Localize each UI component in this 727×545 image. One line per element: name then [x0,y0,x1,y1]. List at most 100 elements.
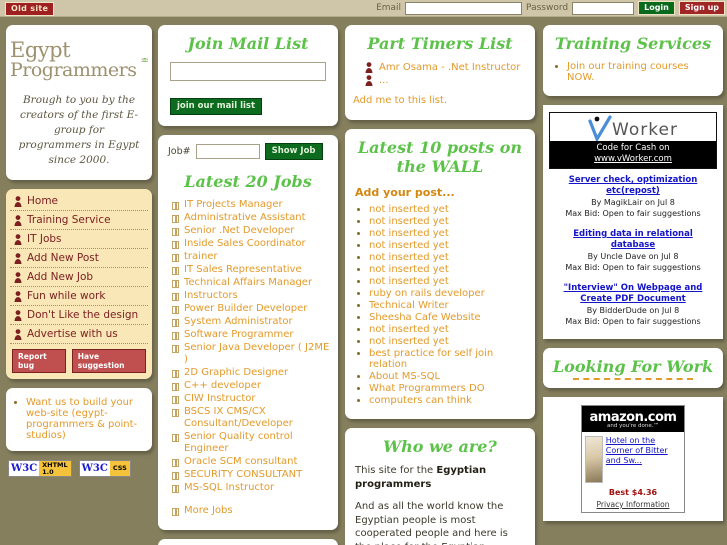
post-link[interactable]: ruby on rails developer [369,288,485,299]
job-link[interactable]: Senior .Net Developer [184,225,294,237]
post-link[interactable]: not inserted yet [369,276,449,287]
report-bug-button[interactable]: Report bug [12,349,66,373]
list-item[interactable]: Technical Writer [369,300,527,311]
list-item[interactable]: Join our training courses NOW. [567,61,715,83]
post-link[interactable]: Technical Writer [369,300,449,311]
list-item[interactable]: BSCS IX CMS/CX Consultant/Developer [166,406,330,431]
post-link[interactable]: not inserted yet [369,264,449,275]
vworker-bid-item[interactable]: Editing data in relational database By U… [549,223,717,277]
post-link[interactable]: not inserted yet [369,240,449,251]
list-item[interactable]: best practice for self join relation [369,348,527,370]
product-title-link[interactable]: Hotel on the Corner of Bitter and Sw... [606,436,681,483]
bid-title-link[interactable]: "Interview" On Webpage and Create PDF Do… [552,283,714,305]
list-item[interactable]: not inserted yet [369,336,527,347]
sidebar-item-add-new-job[interactable]: Add New Job [10,268,148,287]
job-link[interactable]: CIW Instructor [184,393,256,405]
job-link[interactable]: Administrative Assistant [184,212,306,224]
job-link[interactable]: MS-SQL Instructor [184,482,274,494]
post-link[interactable]: computers can think [369,395,472,406]
list-item[interactable]: IT Sales Representative [166,264,330,277]
job-link[interactable]: BSCS IX CMS/CX Consultant/Developer [184,406,330,430]
list-item[interactable]: Amr Osama - .Net Instructor [365,61,527,74]
amazon-product[interactable]: Hotel on the Corner of Bitter and Sw... [582,432,684,487]
email-input[interactable] [405,1,523,15]
sidebar-item-advertise-with-us[interactable]: Advertise with us [10,325,148,344]
list-item[interactable]: Inside Sales Coordinator [166,238,330,251]
list-item[interactable]: C++ developer [166,380,330,393]
sidebar-item-home[interactable]: Home [10,192,148,211]
list-item[interactable]: not inserted yet [369,324,527,335]
list-item[interactable]: Senior Java Developer ( J2ME ) [166,342,330,367]
training-link[interactable]: Join our training courses NOW. [567,61,689,83]
list-item[interactable]: About MS-SQL [369,371,527,382]
list-item[interactable]: not inserted yet [369,240,527,251]
list-item[interactable]: IT Projects Manager [166,199,330,212]
list-item[interactable]: Sheesha Cafe Website [369,312,527,323]
post-link[interactable]: not inserted yet [369,252,449,263]
vworker-bid-item[interactable]: "Interview" On Webpage and Create PDF Do… [549,277,717,331]
list-item[interactable]: 2D Graphic Designer [166,367,330,380]
old-site-badge[interactable]: Old site [5,2,55,16]
job-link[interactable]: System Administrator [184,316,293,328]
sidebar-item-training-service[interactable]: Training Service [10,211,148,230]
password-input[interactable] [572,1,635,15]
job-link[interactable]: Oracle SCM consultant [184,456,297,468]
list-item[interactable]: Administrative Assistant [166,212,330,225]
list-item[interactable]: Technical Affairs Manager [166,277,330,290]
part-timer-link[interactable]: Amr Osama - .Net Instructor [379,62,520,73]
add-your-post-link[interactable]: Add your post... [353,184,527,204]
job-link[interactable]: Technical Affairs Manager [184,277,312,289]
list-item[interactable]: not inserted yet [369,264,527,275]
list-item[interactable]: not inserted yet [369,252,527,263]
login-button[interactable]: Login [638,1,675,15]
part-timer-link[interactable]: ... [379,75,389,86]
post-link[interactable]: not inserted yet [369,324,449,335]
job-link[interactable]: IT Projects Manager [184,199,283,211]
amazon-ad[interactable]: amazon.com and you're done.™ Hotel on th… [581,405,685,513]
privacy-information-link[interactable]: Privacy Information [582,500,684,512]
post-link[interactable]: not inserted yet [369,336,449,347]
list-item[interactable]: Senior .Net Developer [166,225,330,238]
job-link[interactable]: trainer [184,251,218,263]
list-item[interactable]: MS-SQL Instructor [166,482,330,495]
list-item[interactable]: SECURITY CONSULTANT [166,469,330,482]
job-link[interactable]: SECURITY CONSULTANT [184,469,302,481]
post-link[interactable]: best practice for self join relation [369,348,493,370]
list-item[interactable]: Senior Quality control Engineer [166,431,330,456]
list-item[interactable]: What Programmers DO [369,383,527,394]
w3c-css-badge[interactable]: W3C CSS [78,460,131,477]
sidebar-item-it-jobs[interactable]: IT Jobs [10,230,148,249]
job-link[interactable]: Instructors [184,290,238,302]
list-item[interactable]: not inserted yet [369,204,527,215]
post-link[interactable]: not inserted yet [369,204,449,215]
add-me-to-list-link[interactable]: Add me to this list. [353,87,527,108]
list-item[interactable]: computers can think [369,395,527,406]
list-item[interactable]: ... [365,74,527,87]
post-link[interactable]: not inserted yet [369,228,449,239]
post-link[interactable]: Sheesha Cafe Website [369,312,481,323]
job-link[interactable]: IT Sales Representative [184,264,302,276]
job-link[interactable]: Inside Sales Coordinator [184,238,306,250]
list-item[interactable]: System Administrator [166,316,330,329]
list-item[interactable]: Software Programmer [166,329,330,342]
list-item[interactable]: not inserted yet [369,228,527,239]
list-item[interactable]: ruby on rails developer [369,288,527,299]
list-item[interactable]: Power Builder Developer [166,303,330,316]
mail-list-email-input[interactable] [170,62,326,81]
job-link[interactable]: Senior Java Developer ( J2ME ) [184,342,330,366]
job-link[interactable]: Senior Quality control Engineer [184,431,330,455]
job-link[interactable]: Software Programmer [184,329,293,341]
bid-title-link[interactable]: Server check, optimization etc(repost) [552,175,714,197]
list-item[interactable]: not inserted yet [369,216,527,227]
job-number-input[interactable] [195,144,260,159]
post-link[interactable]: About MS-SQL [369,371,440,382]
job-link[interactable]: C++ developer [184,380,261,392]
have-suggestion-button[interactable]: Have suggestion [71,349,146,373]
list-item[interactable]: More Jobs [166,505,330,518]
show-job-button[interactable]: Show Job [264,143,323,160]
w3c-xhtml-badge[interactable]: W3C XHTML 1.0 [8,460,72,477]
bid-title-link[interactable]: Editing data in relational database [552,229,714,251]
join-mail-list-button[interactable]: join our mail list [170,98,263,115]
site-logo[interactable]: Egypt Programmers [10,31,148,89]
sidebar-item-add-new-post[interactable]: Add New Post [10,249,148,268]
